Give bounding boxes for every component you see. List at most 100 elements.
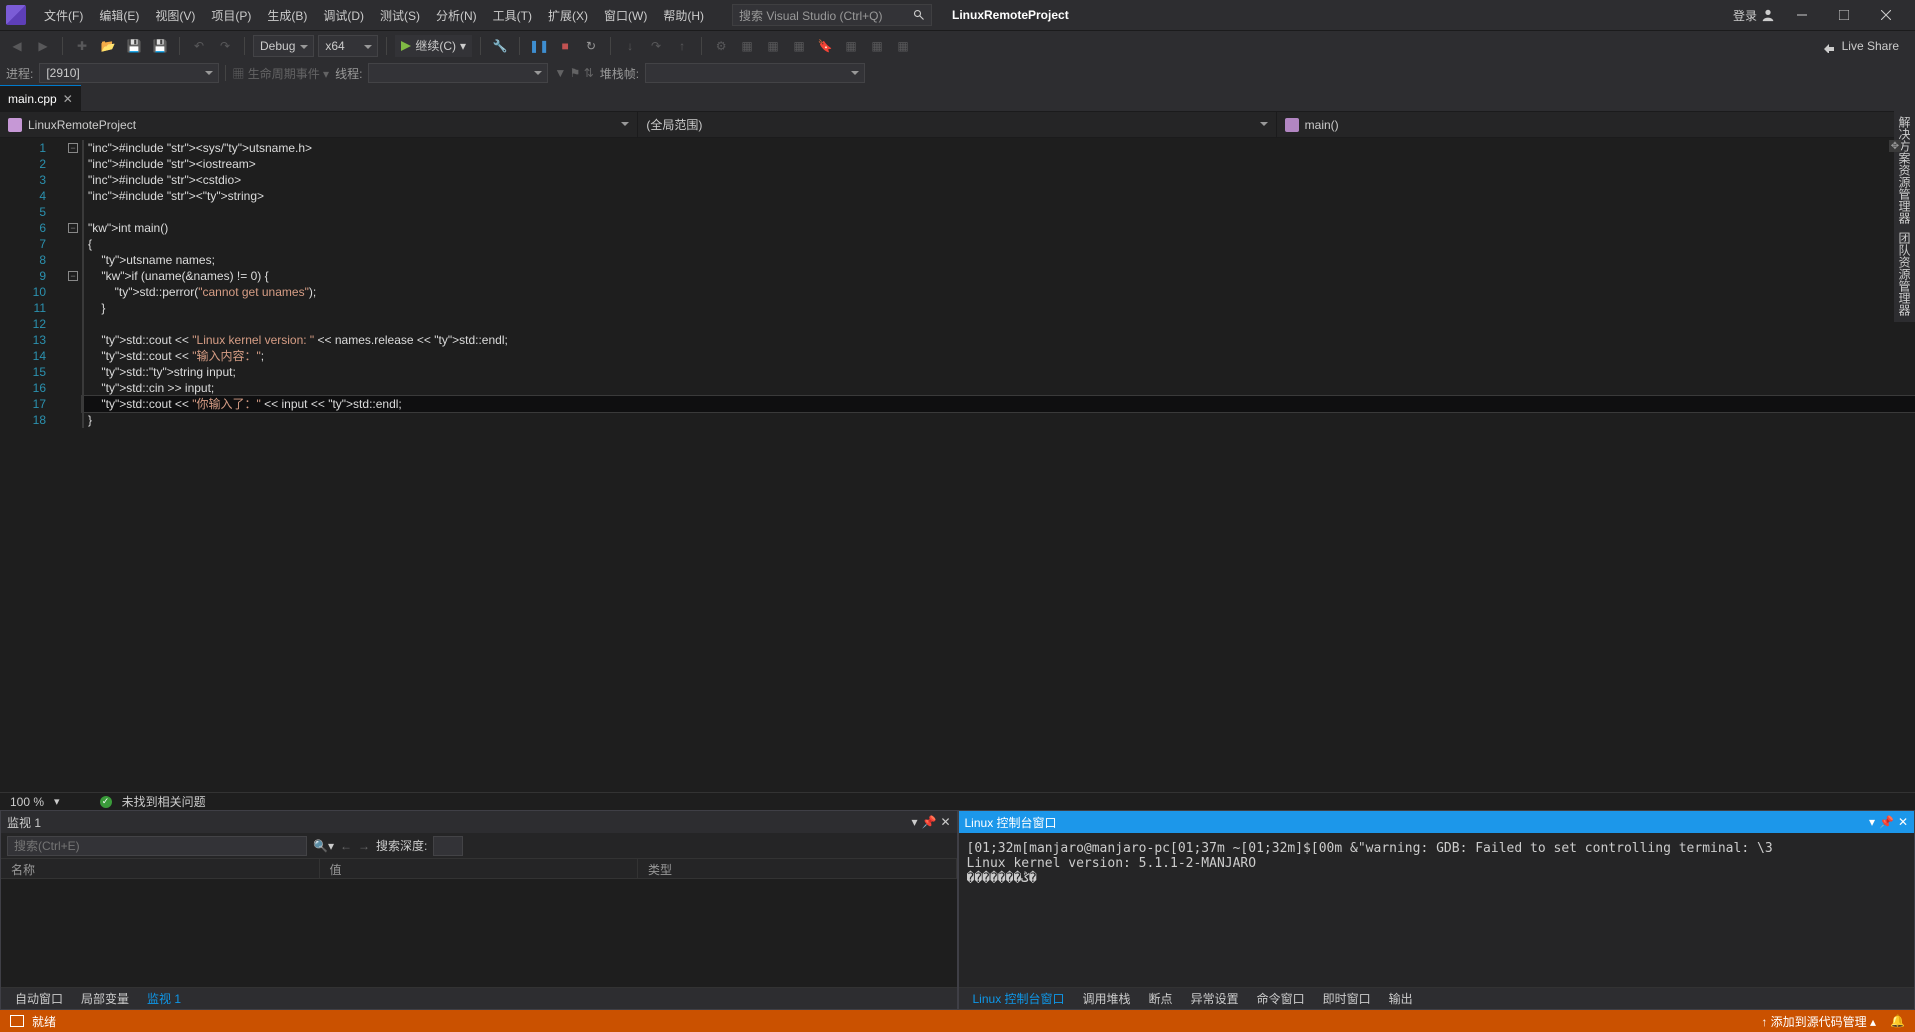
dropdown-icon[interactable]: ▾ (911, 815, 917, 829)
panel-tab[interactable]: 输出 (1381, 988, 1421, 1009)
close-icon[interactable]: ✕ (940, 815, 950, 829)
watch-tabs: 自动窗口局部变量监视 1 (1, 987, 957, 1009)
watch-header[interactable]: 监视 1 ▾📌✕ (1, 811, 957, 833)
fwd-icon[interactable]: → (358, 839, 370, 853)
panel-tab[interactable]: 即时窗口 (1315, 988, 1379, 1009)
menu-item[interactable]: 文件(F) (36, 3, 91, 28)
panel-tab[interactable]: 异常设置 (1183, 988, 1247, 1009)
step-over-icon[interactable]: ↷ (645, 35, 667, 57)
step-out-icon[interactable]: ↑ (671, 35, 693, 57)
menu-item[interactable]: 项目(P) (203, 3, 259, 28)
liveshare-button[interactable]: Live Share (1822, 39, 1899, 53)
redo-icon[interactable]: ↷ (214, 35, 236, 57)
code-nav: LinuxRemoteProject (全局范围) main() (0, 112, 1915, 138)
debug-bar: 进程: [2910] ▦ 生命周期事件 ▾ 线程: ▼ ⚑ ⇅ 堆栈帧: (0, 60, 1915, 86)
console-body[interactable]: [01;32m[manjaro@manjaro-pc[01;37m ~[01;3… (959, 833, 1915, 987)
tab-main-cpp[interactable]: main.cpp ✕ (0, 85, 81, 111)
zoom-level[interactable]: 100 % (10, 795, 44, 809)
tool-icon[interactable]: ⚙ (710, 35, 732, 57)
bookmark-icon[interactable]: 🔖 (814, 35, 836, 57)
tool5-icon[interactable]: ▦ (840, 35, 862, 57)
issues-status[interactable]: 未找到相关问题 (122, 793, 206, 810)
restart-icon[interactable]: ↻ (580, 35, 602, 57)
save-icon[interactable]: 💾 (123, 35, 145, 57)
quick-search[interactable]: 搜索 Visual Studio (Ctrl+Q) (732, 4, 932, 26)
tool3-icon[interactable]: ▦ (762, 35, 784, 57)
tool7-icon[interactable]: ▦ (892, 35, 914, 57)
new-icon[interactable]: ✚ (71, 35, 93, 57)
nav-project[interactable]: LinuxRemoteProject (0, 112, 638, 137)
panel-tab[interactable]: 命令窗口 (1249, 988, 1313, 1009)
nav-back-icon[interactable]: ◀ (6, 35, 28, 57)
panel-tab[interactable]: Linux 控制台窗口 (965, 988, 1073, 1009)
menu-item[interactable]: 调试(D) (315, 3, 372, 28)
pause-icon[interactable]: ❚❚ (528, 35, 550, 57)
thread-dropdown[interactable] (368, 63, 548, 83)
line-gutter: 123456789101112131415161718 (0, 138, 64, 792)
menu-item[interactable]: 视图(V) (147, 3, 203, 28)
close-button[interactable] (1871, 4, 1901, 26)
stack-dropdown[interactable] (645, 63, 865, 83)
col-value[interactable]: 值 (320, 859, 639, 878)
back-icon[interactable]: ← (340, 839, 352, 853)
close-tab-icon[interactable]: ✕ (63, 92, 73, 106)
notify-icon[interactable]: 🔔 (1890, 1014, 1905, 1028)
menu-item[interactable]: 窗口(W) (596, 3, 655, 28)
continue-button[interactable]: 继续(C) ▾ (395, 35, 472, 57)
misc-icon[interactable]: 🔧 (489, 35, 511, 57)
menu-item[interactable]: 编辑(E) (91, 3, 147, 28)
search-placeholder: 搜索 Visual Studio (Ctrl+Q) (739, 7, 883, 24)
open-icon[interactable]: 📂 (97, 35, 119, 57)
platform-dropdown[interactable]: x64 (318, 35, 378, 57)
menu-item[interactable]: 分析(N) (428, 3, 485, 28)
watch-columns: 名称 值 类型 (1, 859, 957, 879)
login-button[interactable]: 登录 (1733, 7, 1775, 24)
nav-fwd-icon[interactable]: ▶ (32, 35, 54, 57)
tool2-icon[interactable]: ▦ (736, 35, 758, 57)
panel-tab[interactable]: 自动窗口 (7, 988, 71, 1009)
saveall-icon[interactable]: 💾 (149, 35, 171, 57)
ok-icon: ✓ (100, 796, 112, 808)
config-dropdown[interactable]: Debug (253, 35, 314, 57)
close-icon[interactable]: ✕ (1898, 815, 1908, 829)
tool6-icon[interactable]: ▦ (866, 35, 888, 57)
panel-tab[interactable]: 断点 (1141, 988, 1181, 1009)
watch-search[interactable] (7, 836, 307, 856)
depth-input[interactable] (433, 836, 463, 856)
pin-icon[interactable]: 📌 (1879, 815, 1894, 829)
nav-function[interactable]: main() (1277, 112, 1915, 137)
maximize-button[interactable] (1829, 4, 1859, 26)
process-dropdown[interactable]: [2910] (39, 63, 219, 83)
watch-body[interactable] (1, 879, 957, 987)
editor[interactable]: 123456789101112131415161718 −−− "inc">#i… (0, 138, 1915, 792)
watch-panel: 监视 1 ▾📌✕ 🔍▾ ← → 搜索深度: 名称 值 类型 自动窗口局部变量监视… (0, 810, 958, 1010)
menu-item[interactable]: 测试(S) (372, 3, 428, 28)
menu-item[interactable]: 工具(T) (485, 3, 540, 28)
menu-item[interactable]: 帮助(H) (655, 3, 712, 28)
undo-icon[interactable]: ↶ (188, 35, 210, 57)
mini-scroll-icon[interactable]: ✥ (1889, 140, 1901, 152)
col-name[interactable]: 名称 (1, 859, 320, 878)
minimize-button[interactable] (1787, 4, 1817, 26)
code-area[interactable]: "inc">#include "str"><sys/"ty">utsname.h… (82, 138, 1915, 792)
panel-tab[interactable]: 监视 1 (139, 988, 189, 1009)
tool4-icon[interactable]: ▦ (788, 35, 810, 57)
dropdown-icon[interactable]: ▾ (1869, 815, 1875, 829)
panel-tab[interactable]: 调用堆栈 (1075, 988, 1139, 1009)
side-solution[interactable]: 解决方案资源管理器 (1896, 116, 1913, 224)
side-team[interactable]: 团队资源管理器 (1896, 232, 1913, 316)
panel-tab[interactable]: 局部变量 (73, 988, 137, 1009)
stop-icon[interactable]: ■ (554, 35, 576, 57)
fold-gutter[interactable]: −−− (64, 138, 82, 792)
step-icon[interactable]: ↓ (619, 35, 641, 57)
search-icon[interactable]: 🔍▾ (313, 839, 334, 853)
nav-scope[interactable]: (全局范围) (638, 112, 1276, 137)
document-tabs: main.cpp ✕ (0, 86, 1915, 112)
col-type[interactable]: 类型 (638, 859, 957, 878)
console-header[interactable]: Linux 控制台窗口 ▾📌✕ (959, 811, 1915, 833)
stack-label: 堆栈帧: (600, 65, 639, 82)
pin-icon[interactable]: 📌 (921, 815, 936, 829)
menu-item[interactable]: 生成(B) (259, 3, 315, 28)
scm-button[interactable]: ↑ 添加到源代码管理 ▴ (1761, 1013, 1876, 1030)
menu-item[interactable]: 扩展(X) (540, 3, 596, 28)
